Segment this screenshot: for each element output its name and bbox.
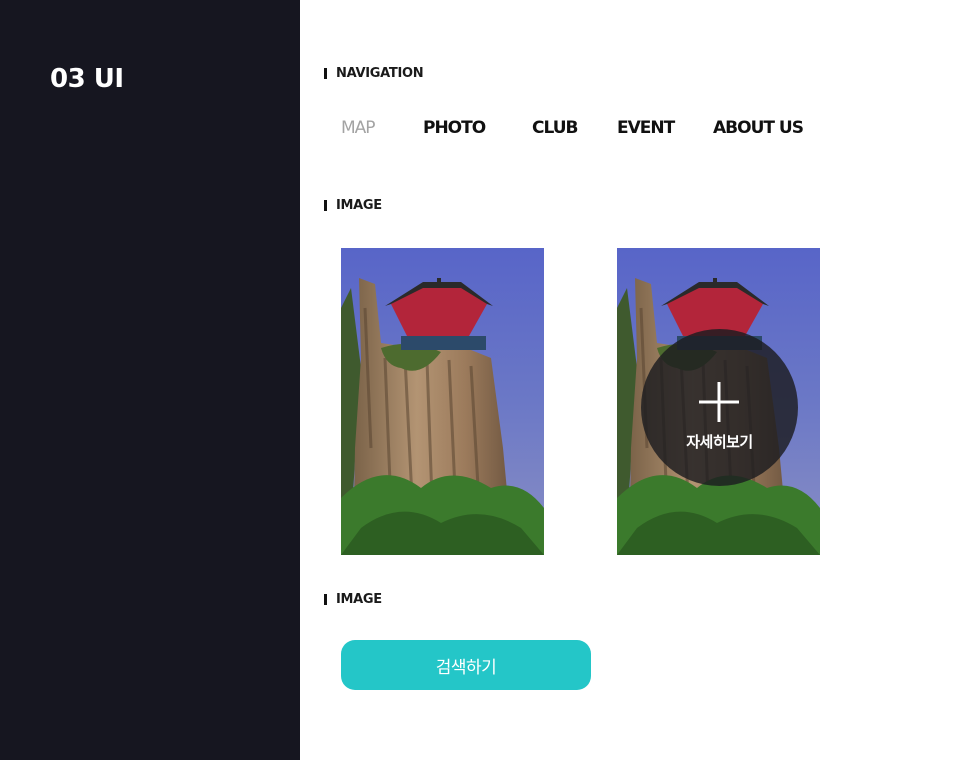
view-details-label: 자세히보기 (686, 433, 753, 451)
section-label: IMAGE (336, 197, 382, 213)
search-button[interactable]: 검색하기 (341, 640, 591, 690)
nav-item-map[interactable]: MAP (341, 115, 376, 141)
nav-item-about-us[interactable]: ABOUT US (713, 115, 804, 141)
main-content: NAVIGATION MAP PHOTO CLUB EVENT ABOUT US… (300, 0, 960, 760)
sidebar: 03 UI (0, 0, 300, 760)
section-title-image: IMAGE (324, 197, 382, 213)
nav-item-club[interactable]: CLUB (532, 115, 578, 141)
plus-icon (699, 382, 739, 422)
detail-overlay[interactable]: 자세히보기 (641, 329, 798, 486)
temple-cliff-photo (341, 248, 544, 555)
section-label: IMAGE (336, 591, 382, 607)
logo: 03 UI (50, 64, 124, 94)
section-title-navigation: NAVIGATION (324, 65, 424, 81)
gallery-image-2[interactable]: 자세히보기 (617, 248, 820, 555)
nav-item-photo[interactable]: PHOTO (423, 115, 486, 141)
gallery-image-1[interactable] (341, 248, 544, 555)
section-title-image: IMAGE (324, 591, 382, 607)
section-marker (324, 593, 327, 605)
section-marker (324, 199, 327, 211)
nav-item-event[interactable]: EVENT (617, 115, 675, 141)
section-marker (324, 67, 327, 79)
section-label: NAVIGATION (336, 65, 424, 81)
top-navigation: MAP PHOTO CLUB EVENT ABOUT US (300, 115, 960, 141)
